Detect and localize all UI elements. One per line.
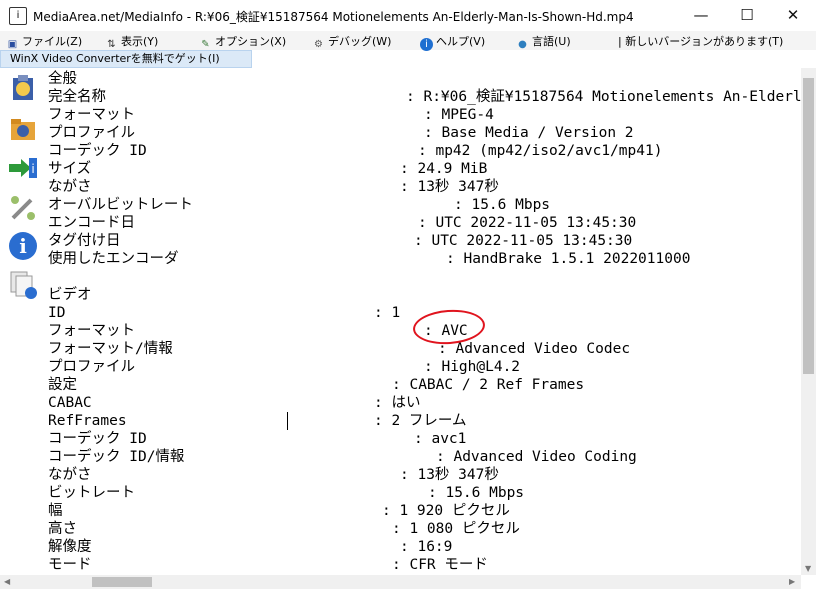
text-cursor [287,412,288,430]
horizontal-scroll-thumb[interactable] [92,577,152,587]
field-value: : 1 [374,305,401,321]
menu-view-label: 表示(Y) [121,35,159,48]
field-label: ながさ [48,179,92,195]
field-label: ID [48,305,66,321]
help-icon: i [420,38,433,51]
menu-language[interactable]: ● 言語(U) [516,33,571,51]
close-button[interactable]: ✕ [770,0,816,31]
field-label: タグ付け日 [48,233,121,249]
debug-icon: ⚙ [314,39,323,50]
menu-help[interactable]: i ヘルプ(V) [420,33,485,51]
field-value: : UTC 2022-11-05 13:45:30 [414,233,633,249]
export-icon[interactable]: i [7,152,39,184]
field-value: : はい [374,395,421,411]
field-label: コーデック ID [48,143,147,159]
field-value: : MPEG-4 [424,107,494,123]
field-label: 幅 [48,503,63,519]
scroll-left-arrow-icon[interactable]: ◀ [4,577,10,586]
field-value: : AVC [424,323,468,339]
field-label: 設定 [48,377,77,393]
field-value: : UTC 2022-11-05 13:45:30 [418,215,637,231]
field-value: : avc1 [414,431,467,447]
scroll-down-arrow-icon[interactable]: ▼ [805,564,811,573]
field-label: 完全名称 [48,89,106,105]
preferences-icon[interactable] [7,192,39,224]
field-value: : 24.9 MiB [400,161,488,177]
open-folder-icon[interactable] [7,112,39,144]
field-value: : Advanced Video Coding [436,449,637,465]
promo-link[interactable]: WinX Video Converterを無料でゲット(I) [0,50,252,68]
field-value: : High@L4.2 [424,359,521,375]
menu-language-label: 言語(U) [532,35,571,48]
mediainfo-app-icon: i [9,7,27,25]
open-file-icon[interactable] [7,72,39,104]
field-label: オーバルビットレート [48,197,193,213]
field-value: : Advanced Video Codec [438,341,631,357]
field-label: フォーマット [48,107,135,123]
field-label: CABAC [48,395,92,411]
section-heading-general: 全般 [48,71,77,87]
left-toolbar: i i [0,68,44,589]
field-value: : 15.6 Mbps [428,485,525,501]
menu-view[interactable]: ⇅ 表示(Y) [105,33,158,51]
field-label: コーデック ID [48,431,147,447]
vertical-scroll-thumb[interactable] [803,78,814,374]
field-label: 高さ [48,521,77,537]
svg-text:i: i [31,162,34,176]
field-label: プロファイル [48,125,135,141]
menu-options-label: オプション(X) [215,35,287,48]
menu-bar: ▣ ファイル(Z) ⇅ 表示(Y) ✎ オプション(X) ⚙ デバッグ(W) i ヘルプ(… [0,31,816,51]
field-value: : 13秒 347秒 [400,467,499,483]
maximize-button[interactable]: ☐ [724,0,770,31]
globe-icon: ● [518,39,527,50]
field-label: RefFrames [48,413,127,429]
field-value: : 1 920 ピクセル [382,503,510,519]
info-text-view[interactable]: 全般 完全名称 : R:¥06_検証¥15187564 Motionelemen… [44,68,801,575]
field-label: エンコード日 [48,215,135,231]
field-value: : HandBrake 1.5.1 2022011000 [446,251,691,267]
title-bar: i MediaArea.net/MediaInfo - R:¥06_検証¥151… [0,0,816,31]
field-value: : 15.6 Mbps [454,197,551,213]
field-value: : R:¥06_検証¥15187564 Motionelements An-El… [406,89,801,105]
field-label: ビットレート [48,485,135,501]
field-label: フォーマット [48,323,135,339]
sheet-icon[interactable] [7,268,39,300]
field-value: : 16:9 [400,539,453,555]
section-heading-video: ビデオ [48,287,92,303]
field-value: : CFR モード [392,557,488,573]
menu-debug-label: デバッグ(W) [328,35,392,48]
menu-debug[interactable]: ⚙ デバッグ(W) [312,33,391,51]
horizontal-scrollbar[interactable]: ◀ ▶ [0,575,801,589]
field-label: サイズ [48,161,92,177]
field-label: フォーマット/情報 [48,341,173,357]
field-label: 解像度 [48,539,92,555]
menu-file-label: ファイル(Z) [22,35,83,48]
field-label: ながさ [48,467,92,483]
menu-file[interactable]: ▣ ファイル(Z) [6,33,82,51]
menu-options[interactable]: ✎ オプション(X) [199,33,286,51]
minimize-button[interactable]: — [678,0,724,31]
menu-help-label: ヘルプ(V) [436,35,486,48]
field-label: コーデック ID/情報 [48,449,185,465]
menu-new-version[interactable]: | 新しいバージョンがあります(T) [618,33,783,49]
vertical-scrollbar[interactable]: ▼ [801,68,816,575]
field-label: モード [48,557,92,573]
field-label: 使用したエンコーダ [48,251,179,267]
field-value: : CABAC / 2 Ref Frames [392,377,585,393]
field-label: プロファイル [48,359,135,375]
field-value: : Base Media / Version 2 [424,125,634,141]
field-value: : 1 080 ピクセル [392,521,520,537]
info-icon[interactable]: i [7,230,39,262]
svg-text:i: i [19,234,27,258]
field-value: : mp42 (mp42/iso2/avc1/mp41) [418,143,663,159]
field-value: : 2 フレーム [374,413,467,429]
window-title: MediaArea.net/MediaInfo - R:¥06_検証¥15187… [33,10,634,24]
scroll-right-arrow-icon[interactable]: ▶ [789,577,795,586]
field-value: : 13秒 347秒 [400,179,499,195]
